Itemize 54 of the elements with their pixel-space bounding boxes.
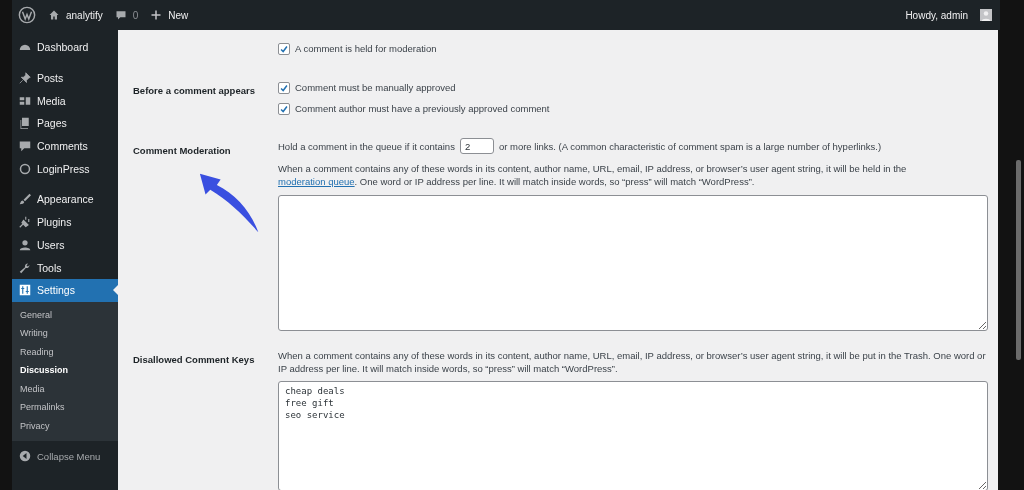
submenu-item[interactable]: Reading bbox=[12, 342, 118, 362]
sliders-icon bbox=[19, 284, 31, 297]
checkbox-label: Comment author must have a previously approved comment bbox=[295, 103, 550, 114]
menu-item[interactable]: Pages bbox=[12, 112, 118, 135]
wordpress-logo-icon[interactable] bbox=[18, 6, 36, 24]
checkbox-label: Comment must be manually approved bbox=[295, 82, 456, 93]
checkbox[interactable] bbox=[278, 81, 290, 94]
checkbox[interactable] bbox=[278, 102, 290, 115]
menu-item[interactable]: Plugins bbox=[12, 210, 118, 234]
submenu-item[interactable]: Media bbox=[12, 379, 118, 399]
ring-icon bbox=[19, 162, 31, 175]
comment-bubble-icon bbox=[19, 140, 31, 153]
menu-item[interactable]: Tools bbox=[12, 256, 118, 279]
submenu-item[interactable]: Privacy bbox=[12, 416, 118, 436]
moderation-queue-link[interactable]: moderation queue bbox=[278, 176, 355, 188]
menu-item[interactable]: LoginPress bbox=[12, 157, 118, 181]
description-text: When a comment contains any of these words in its content, author name, URL, email, IP address, or browser’s user agent string, it will be put in the Trash. One word or IP address per line. It will match inside words, so “press” will match “WordPress”. bbox=[278, 348, 987, 376]
setting-label: Before a comment appears bbox=[133, 84, 255, 96]
menu-item[interactable]: Settings bbox=[12, 278, 118, 302]
pages-icon bbox=[19, 117, 31, 130]
submenu-item[interactable]: Writing bbox=[12, 324, 118, 343]
comment-count: 0 bbox=[132, 9, 139, 21]
greeting-link[interactable]: Howdy, admin bbox=[905, 9, 968, 21]
setting-label: Comment Moderation bbox=[133, 144, 231, 156]
user-icon bbox=[19, 238, 31, 251]
menu-item[interactable]: Users bbox=[12, 233, 118, 257]
plug-icon bbox=[19, 216, 31, 229]
comment-bubble-icon[interactable] bbox=[114, 9, 127, 21]
wrench-icon bbox=[19, 261, 31, 274]
checkbox-label: A comment is held for moderation bbox=[295, 43, 437, 54]
plus-icon[interactable] bbox=[150, 9, 163, 21]
collapse-menu-button[interactable]: Collapse Menu bbox=[12, 445, 118, 468]
checkbox[interactable] bbox=[278, 42, 290, 55]
menu-item[interactable]: Dashboard bbox=[12, 36, 118, 59]
collapse-icon bbox=[19, 450, 31, 463]
home-icon[interactable] bbox=[48, 9, 60, 21]
description-text: When a comment contains any of these words in its content, author name, URL, email, IP address, or browser’s user agent string, it will be held in the moderation queue. One word or IP address per line. It will match inside words, so “press” will match “WordPress”. bbox=[278, 162, 908, 189]
paintbrush-icon bbox=[19, 193, 31, 206]
menu-item[interactable]: Posts bbox=[12, 66, 118, 90]
submenu-item[interactable]: Permalinks bbox=[12, 398, 118, 417]
media-icon bbox=[19, 94, 31, 107]
hold-text: Hold a comment in the queue if it contains bbox=[278, 140, 455, 152]
setting-label: Disallowed Comment Keys bbox=[133, 352, 255, 365]
new-link[interactable]: New bbox=[168, 9, 189, 21]
disallowed-keys-textarea[interactable]: cheap deals free gift seo service bbox=[278, 381, 988, 490]
links-count-field[interactable]: 2 bbox=[459, 138, 494, 154]
site-name-link[interactable]: analytify bbox=[66, 9, 103, 21]
menu-item[interactable]: Comments bbox=[12, 134, 118, 158]
menu-item[interactable]: Media bbox=[12, 89, 118, 113]
menu-item[interactable]: Appearance bbox=[12, 188, 118, 211]
submenu-item[interactable]: General bbox=[12, 305, 118, 325]
pushpin-icon bbox=[19, 72, 31, 85]
hold-text-after: or more links. (A common characteristic of comment spam is a large number of hyperlinks.) bbox=[498, 140, 882, 152]
submenu-item[interactable]: Discussion bbox=[12, 361, 118, 380]
